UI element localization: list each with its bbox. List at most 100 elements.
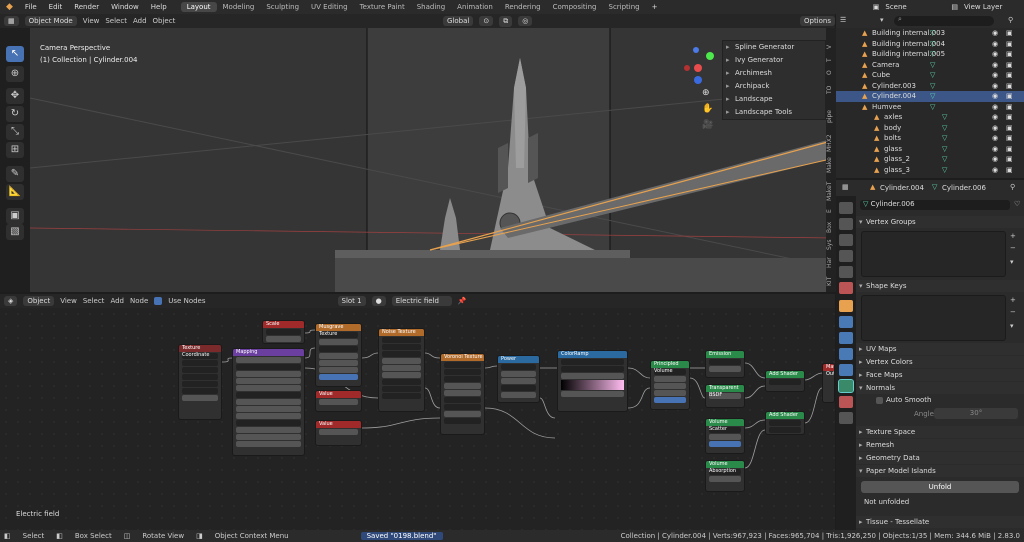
mesh-data-icon[interactable]: ▽ (942, 133, 947, 144)
section-uv-maps[interactable]: UV Maps (856, 343, 1024, 355)
node-voronoi-texture[interactable]: Voronoi Texture (440, 353, 485, 435)
render-camera-icon[interactable]: ▣ (1006, 102, 1013, 113)
add-workspace-icon[interactable]: + (646, 3, 664, 11)
render-camera-icon[interactable]: ▣ (1006, 70, 1013, 81)
tab-uv-editing[interactable]: UV Editing (305, 2, 354, 12)
node-menu-node[interactable]: Node (130, 297, 148, 305)
menu-render[interactable]: Render (68, 3, 105, 11)
tab-to[interactable]: TO (826, 83, 836, 97)
tab-make[interactable]: Make (826, 156, 836, 174)
mesh-data-icon[interactable]: ▽ (942, 144, 947, 155)
angle-field[interactable]: 30° (934, 408, 1018, 419)
tab-e[interactable]: E (826, 206, 836, 216)
render-camera-icon[interactable]: ▣ (1006, 39, 1013, 50)
outliner-row[interactable]: ▲ Building internal.005 ▽ ◉ ▣ (836, 49, 1024, 60)
outliner-row[interactable]: ▲ glass_3 ▽ ◉ ▣ (836, 165, 1024, 176)
mesh-data-icon[interactable]: ▽ (930, 102, 935, 113)
render-camera-icon[interactable]: ▣ (1006, 91, 1013, 102)
node-value-2[interactable]: Value (315, 420, 362, 446)
node-menu-view[interactable]: View (60, 297, 77, 305)
remove-vertex-group-icon[interactable]: − (1010, 244, 1016, 252)
render-camera-icon[interactable]: ▣ (1006, 81, 1013, 92)
node-musgrave-texture[interactable]: Musgrave Texture (315, 323, 362, 387)
add-plane-tool-icon[interactable]: ▧ (6, 224, 24, 240)
section-geometry-data[interactable]: Geometry Data (856, 452, 1024, 464)
pin-icon[interactable]: 📌 (458, 297, 467, 305)
constraints-tab-icon[interactable] (839, 364, 853, 376)
outliner-row[interactable]: ▲ Cylinder.004 ▽ ◉ ▣ (836, 91, 1024, 102)
properties-editor-icon[interactable]: ▦ (842, 183, 849, 191)
render-camera-icon[interactable]: ▣ (1006, 133, 1013, 144)
visibility-eye-icon[interactable]: ◉ (992, 39, 998, 50)
tab-rendering[interactable]: Rendering (499, 2, 547, 12)
editor-type-icon[interactable]: ▦ (4, 16, 19, 26)
render-tab-icon[interactable] (839, 218, 853, 230)
use-nodes-checkbox[interactable] (154, 297, 163, 305)
render-camera-icon[interactable]: ▣ (1006, 144, 1013, 155)
outliner-row[interactable]: ▲ Humvee ▽ ◉ ▣ (836, 102, 1024, 113)
mesh-data-icon[interactable]: ▽ (942, 123, 947, 134)
options-button[interactable]: Options (799, 16, 835, 26)
node-mapping[interactable]: Mapping (232, 348, 305, 456)
menu-select[interactable]: Select (105, 17, 127, 25)
scene-field[interactable]: Scene (885, 3, 945, 11)
slot-select[interactable]: Slot 1 (337, 296, 366, 306)
world-tab-icon[interactable] (839, 282, 853, 294)
tab-shading[interactable]: Shading (411, 2, 451, 12)
3d-viewport[interactable]: Camera Perspective (1) Collection | Cyli… (30, 28, 835, 292)
section-remesh[interactable]: Remesh (856, 439, 1024, 451)
menu-file[interactable]: File (19, 3, 43, 11)
outliner-search-input[interactable] (894, 16, 994, 26)
visibility-eye-icon[interactable]: ◉ (992, 154, 998, 165)
visibility-eye-icon[interactable]: ◉ (992, 70, 998, 81)
vertex-groups-list[interactable] (861, 231, 1006, 277)
add-vertex-group-icon[interactable]: + (1010, 232, 1016, 240)
tab-compositing[interactable]: Compositing (547, 2, 603, 12)
camera-view-icon[interactable]: 🎥 (702, 120, 713, 130)
tab-o[interactable]: O (826, 68, 836, 78)
node-add-shader-1[interactable]: Add Shader (765, 370, 805, 392)
tab-kit[interactable]: KIT (826, 274, 836, 288)
section-normals[interactable]: Normals (856, 382, 1024, 394)
outliner-row[interactable]: ▲ body ▽ ◉ ▣ (836, 123, 1024, 134)
tab-modeling[interactable]: Modeling (217, 2, 261, 12)
material-field[interactable]: Electric field (391, 296, 452, 306)
visibility-eye-icon[interactable]: ◉ (992, 60, 998, 71)
auto-smooth-checkbox[interactable] (876, 397, 883, 404)
mesh-data-icon[interactable]: ▽ (942, 165, 947, 176)
outliner-editor-icon[interactable]: ☰ (840, 16, 846, 24)
pan-icon[interactable]: ✋ (702, 104, 713, 114)
node-add-shader-2[interactable]: Add Shader (765, 411, 805, 435)
render-camera-icon[interactable]: ▣ (1006, 165, 1013, 176)
tab-mhx2[interactable]: MHX2 (826, 132, 836, 154)
visibility-eye-icon[interactable]: ◉ (992, 28, 998, 39)
physics-tab-icon[interactable] (839, 348, 853, 360)
tab-layout[interactable]: Layout (180, 2, 217, 12)
addon-landscape[interactable]: Landscape (723, 93, 825, 106)
tab-scripting[interactable]: Scripting (603, 2, 646, 12)
mesh-data-icon[interactable]: ▽ (930, 49, 935, 60)
tab-har[interactable]: Har (826, 256, 836, 270)
zoom-icon[interactable]: ⊕ (702, 88, 710, 98)
visibility-eye-icon[interactable]: ◉ (992, 102, 998, 113)
node-volume-scatter[interactable]: Volume Scatter (705, 418, 745, 454)
object-tab-icon[interactable] (839, 300, 853, 312)
rotate-tool-icon[interactable]: ↻ (6, 106, 24, 122)
section-tissue-tessellate[interactable]: Tissue - Tessellate (856, 516, 1024, 528)
section-shape-keys[interactable]: Shape Keys (856, 280, 1024, 292)
mesh-data-icon[interactable]: ▽ (930, 81, 935, 92)
proportional-icon[interactable]: ◎ (518, 16, 533, 26)
output-tab-icon[interactable] (839, 234, 853, 246)
outliner-row[interactable]: ▲ glass_2 ▽ ◉ ▣ (836, 154, 1024, 165)
visibility-eye-icon[interactable]: ◉ (992, 91, 998, 102)
node-emission[interactable]: Emission (705, 350, 745, 378)
tab-pipe[interactable]: pipe (826, 108, 836, 126)
tab-sys[interactable]: Sys (826, 238, 836, 252)
mode-select[interactable]: Object Mode (24, 16, 77, 26)
render-camera-icon[interactable]: ▣ (1006, 28, 1013, 39)
outliner-row[interactable]: ▲ Cylinder.003 ▽ ◉ ▣ (836, 81, 1024, 92)
node-editor-type-icon[interactable]: ◈ (4, 296, 18, 306)
cursor-tool-icon[interactable]: ⊕ (6, 66, 24, 82)
node-material-output[interactable]: Material Output (822, 363, 835, 403)
tab-maket[interactable]: MakeT (826, 180, 836, 202)
